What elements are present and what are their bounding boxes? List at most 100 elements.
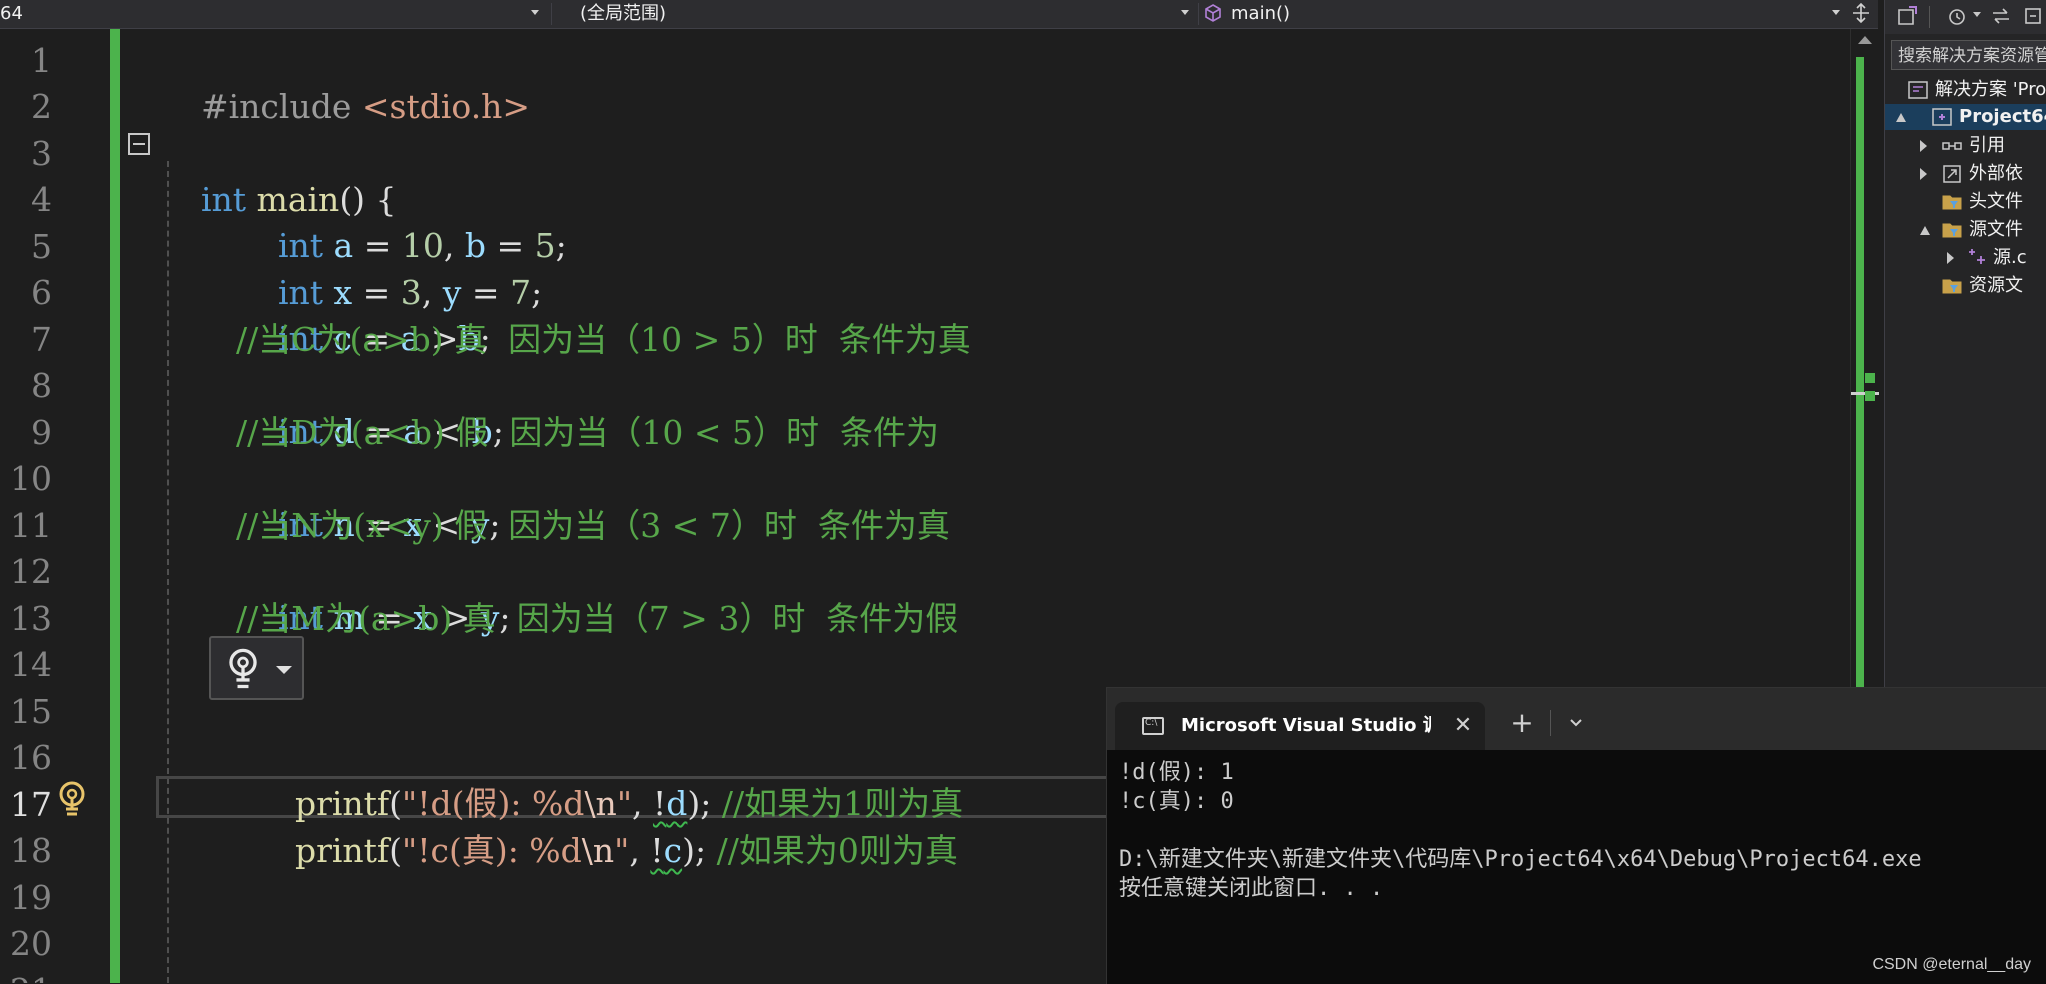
line-number: 7 <box>31 320 52 359</box>
line-number: 5 <box>31 227 52 266</box>
tree-item-label: 资源文 <box>1969 275 2023 296</box>
debug-console-window[interactable]: Microsoft Visual Studio 调试控 ✕ + !d(假): 1… <box>1106 687 2046 984</box>
string-literal: "!c(真): %d <box>402 831 582 870</box>
solution-search-input[interactable]: 搜索解决方案资源管 <box>1891 40 2046 70</box>
tree-item-label: 引用 <box>1969 135 2005 156</box>
new-tab-plus-icon[interactable]: + <box>1505 706 1539 740</box>
console-tab[interactable]: Microsoft Visual Studio 调试控 ✕ <box>1115 702 1485 750</box>
preprocessor-directive: #include <box>200 87 362 126</box>
console-line: !c(真): 0 <box>1119 789 1234 814</box>
scope-dropdown-value: (全局范围) <box>580 3 667 24</box>
vs-switch-view-icon[interactable] <box>1895 4 1919 28</box>
quick-actions-popup[interactable] <box>209 636 304 700</box>
search-placeholder: 搜索解决方案资源管 <box>1898 46 2046 66</box>
console-line: 按任意键关闭此窗口. . . <box>1119 876 1384 901</box>
lightbulb-icon[interactable] <box>54 778 90 820</box>
collapse-all-icon[interactable] <box>2021 4 2045 28</box>
scroll-up-icon[interactable] <box>1858 36 1872 44</box>
operator: ! <box>650 831 664 870</box>
code-line-17: printf("!c(真): %d\n", !c); //如果为0则为真 <box>253 782 958 870</box>
console-output[interactable]: !d(假): 1 !c(真): 0 D:\新建文件夹\新建文件夹\代码库\Proje… <box>1119 758 1922 903</box>
comment-line-11: //当N为(x<y) 假 因为当（3 < 7）时 条件为真 <box>236 506 950 545</box>
expanded-arrow-icon[interactable] <box>1896 113 1906 122</box>
project-dropdown-value: 64 <box>0 3 23 24</box>
code-line-4: int a = 10, b = 5; <box>236 177 567 265</box>
line-number: 2 <box>31 87 52 126</box>
function-dropdown-value: main() <box>1231 3 1291 24</box>
filter-folder-icon <box>1942 195 1962 210</box>
filter-folder-icon <box>1942 279 1962 294</box>
chevron-down-icon <box>1181 10 1189 15</box>
divider <box>1198 3 1199 25</box>
expanded-arrow-icon[interactable] <box>1920 226 1930 235</box>
project-icon <box>1932 108 1952 126</box>
divider <box>1550 710 1551 736</box>
scrollbar-marker <box>1865 373 1875 383</box>
code-line-1: #include <stdio.h> <box>159 38 530 126</box>
number: 7 <box>510 273 532 312</box>
comment-line-7: //当C为(a>b) 真 因为当（10 > 5）时 条件为真 <box>236 320 971 359</box>
code-line-6: int c = a >b; <box>236 270 491 358</box>
string-literal: " <box>614 831 630 870</box>
navigation-bar: 64 (全局范围) main() <box>0 0 1878 29</box>
history-icon[interactable] <box>1945 4 1969 28</box>
indent-guide <box>167 161 169 983</box>
solution-icon <box>1908 81 1928 99</box>
line-number: 21 <box>0 968 52 983</box>
sync-icon[interactable] <box>1989 4 2013 28</box>
escape-sequence: \n <box>581 831 615 870</box>
code-line-3: int main() { <box>159 131 397 219</box>
chevron-down-icon <box>1832 10 1840 15</box>
tree-item-project[interactable]: Project64 <box>1885 104 2046 130</box>
console-tab-bar: Microsoft Visual Studio 调试控 ✕ + <box>1107 688 2046 750</box>
line-number: 4 <box>31 180 52 219</box>
chevron-down-icon[interactable] <box>1973 12 1981 17</box>
line-number: 20 <box>10 924 52 963</box>
line-number: 6 <box>31 273 52 312</box>
split-window-icon[interactable] <box>1850 2 1872 24</box>
close-icon[interactable]: ✕ <box>1451 714 1475 738</box>
project-dropdown[interactable]: 64 <box>0 0 545 28</box>
code-line-10: int n = x < y; <box>236 456 501 544</box>
code-line-8: int d = a < b; <box>236 363 504 451</box>
line-number: 11 <box>10 506 52 545</box>
line-number: 13 <box>10 599 52 638</box>
punctuation: ; <box>555 226 567 265</box>
comment: //如果为0则为真 <box>706 831 958 870</box>
tree-item-label: 头文件 <box>1969 191 2023 212</box>
function-call: printf <box>294 831 390 870</box>
tree-item-label: 源文件 <box>1969 219 2023 240</box>
line-number: 9 <box>31 413 52 452</box>
comment-line-9: //当D为(a<b) 假 因为当（10 < 5）时 条件为 <box>236 413 939 452</box>
collapsed-arrow-icon[interactable] <box>1920 168 1927 180</box>
watermark: CSDN @eternal__day <box>1872 956 2031 973</box>
tree-item-label: 源.c <box>1993 247 2027 268</box>
line-number: 14 <box>10 645 52 684</box>
divider <box>551 3 552 25</box>
lightbulb-icon <box>229 648 257 689</box>
collapsed-arrow-icon[interactable] <box>1920 140 1927 152</box>
punctuation: ( <box>389 831 403 870</box>
variable: c <box>663 831 683 870</box>
console-line: D:\新建文件夹\新建文件夹\代码库\Project64\x64\Debug\P… <box>1119 847 1922 872</box>
scrollbar-marker <box>1865 391 1875 401</box>
external-deps-icon <box>1943 165 1961 183</box>
code-line-5: int x = 3, y = 7; <box>236 224 542 312</box>
line-number: 19 <box>10 878 52 917</box>
include-path: <stdio.h> <box>361 87 531 126</box>
punctuation: ); <box>682 831 707 870</box>
solution-explorer-toolbar <box>1885 0 2046 34</box>
tree-item-label: 解决方案 'Pro <box>1935 79 2046 100</box>
scope-dropdown[interactable]: (全局范围) <box>580 0 1195 28</box>
chevron-down-icon <box>531 10 539 15</box>
collapse-toggle-icon[interactable] <box>128 133 150 155</box>
collapsed-arrow-icon[interactable] <box>1947 252 1954 264</box>
function-dropdown[interactable]: main() <box>1231 0 1846 28</box>
method-cube-icon <box>1205 4 1221 22</box>
code-line-16: printf("!d(假): %d\n", !d); //如果为1则为真 <box>253 735 963 823</box>
chevron-down-icon[interactable] <box>1559 706 1593 740</box>
line-number: 16 <box>10 738 52 777</box>
line-number: 15 <box>10 692 52 731</box>
references-icon <box>1942 142 1962 150</box>
